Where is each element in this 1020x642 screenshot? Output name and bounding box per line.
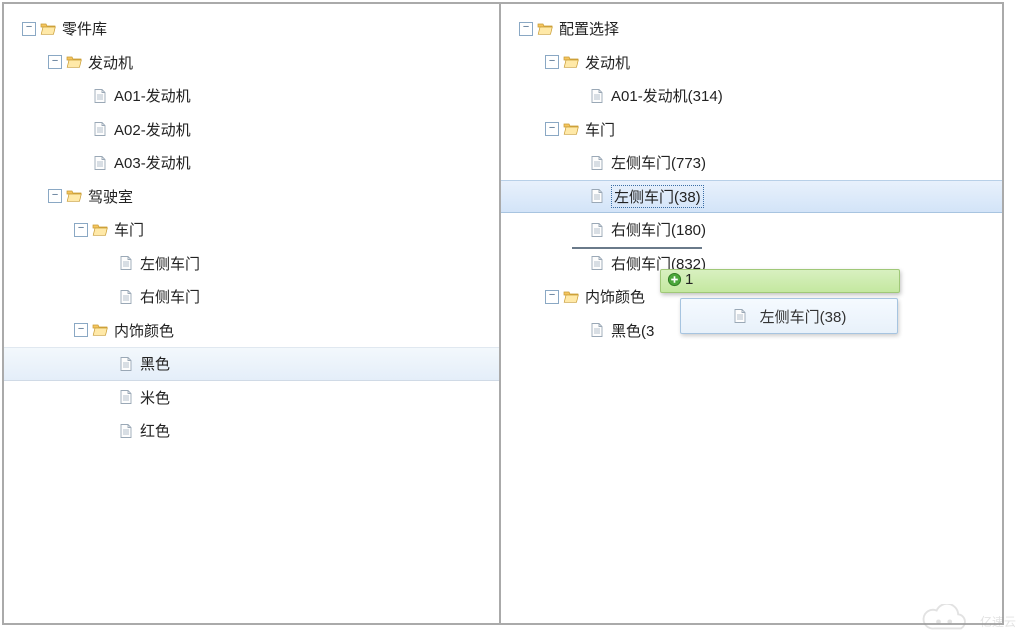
collapse-icon[interactable]: − bbox=[48, 55, 62, 69]
node-label: 车门 bbox=[114, 219, 144, 240]
file-icon bbox=[92, 88, 108, 104]
collapse-icon[interactable]: − bbox=[545, 55, 559, 69]
node-label: 驾驶室 bbox=[88, 186, 133, 207]
tree-node-folder[interactable]: − 发动机 bbox=[4, 46, 499, 80]
cloud-icon bbox=[916, 604, 976, 634]
drag-ghost-item[interactable]: 左侧车门(38) bbox=[680, 298, 898, 334]
node-label: 米色 bbox=[140, 387, 170, 408]
folder-open-icon bbox=[537, 21, 553, 37]
file-icon bbox=[589, 322, 605, 338]
node-label: 右侧车门(180) bbox=[611, 219, 706, 240]
tree-node-folder[interactable]: − 内饰颜色 bbox=[4, 314, 499, 348]
tree-node-leaf[interactable]: A03-发动机 bbox=[4, 146, 499, 180]
folder-open-icon bbox=[66, 188, 82, 204]
tree-node-leaf-selected[interactable]: 左侧车门(38) bbox=[501, 180, 1002, 214]
folder-open-icon bbox=[563, 54, 579, 70]
file-icon bbox=[118, 255, 134, 271]
folder-open-icon bbox=[66, 54, 82, 70]
node-label: 左侧车门 bbox=[140, 253, 200, 274]
tree-node-leaf[interactable]: 左侧车门(773) bbox=[501, 146, 1002, 180]
drag-count-tooltip: 1 bbox=[660, 269, 900, 293]
node-label: A02-发动机 bbox=[114, 119, 191, 140]
tree-node-root[interactable]: − 零件库 bbox=[4, 12, 499, 46]
left-tree: − 零件库 − 发动机 A01-发动机 A02-发动机 A03-发动机 − 驾驶室 −… bbox=[4, 4, 499, 448]
node-label: 黑色 bbox=[140, 353, 170, 374]
node-label: 配置选择 bbox=[559, 18, 619, 39]
file-icon bbox=[589, 88, 605, 104]
tree-node-leaf-selected[interactable]: 黑色 bbox=[4, 347, 499, 381]
tree-node-leaf[interactable]: 米色 bbox=[4, 381, 499, 415]
collapse-icon[interactable]: − bbox=[22, 22, 36, 36]
watermark: 亿速云 bbox=[916, 604, 1016, 638]
node-label: 发动机 bbox=[88, 52, 133, 73]
file-icon bbox=[589, 155, 605, 171]
node-label: A03-发动机 bbox=[114, 152, 191, 173]
tree-node-leaf[interactable]: 红色 bbox=[4, 414, 499, 448]
right-tree: − 配置选择 − 发动机 A01-发动机(314) − 车门 左侧车门(773) 左侧… bbox=[501, 4, 1002, 347]
node-label: 黑色(3 bbox=[611, 320, 654, 341]
node-label: A01-发动机(314) bbox=[611, 85, 723, 106]
drop-allowed-icon bbox=[667, 272, 682, 287]
tree-node-folder[interactable]: − 驾驶室 bbox=[4, 180, 499, 214]
tree-node-leaf[interactable]: A02-发动机 bbox=[4, 113, 499, 147]
file-icon bbox=[92, 155, 108, 171]
node-label: 内饰颜色 bbox=[585, 286, 645, 307]
node-label: 零件库 bbox=[62, 18, 107, 39]
node-label: 左侧车门(773) bbox=[611, 152, 706, 173]
collapse-icon[interactable]: − bbox=[48, 189, 62, 203]
node-label: 红色 bbox=[140, 420, 170, 441]
watermark-text: 亿速云 bbox=[980, 615, 1016, 629]
file-icon bbox=[92, 121, 108, 137]
node-label: A01-发动机 bbox=[114, 85, 191, 106]
collapse-icon[interactable]: − bbox=[74, 223, 88, 237]
parts-library-panel: − 零件库 − 发动机 A01-发动机 A02-发动机 A03-发动机 − 驾驶室 −… bbox=[3, 3, 500, 624]
node-label: 车门 bbox=[585, 119, 615, 140]
tree-node-leaf[interactable]: A01-发动机 bbox=[4, 79, 499, 113]
node-label: 左侧车门(38) bbox=[611, 185, 704, 208]
file-icon bbox=[118, 289, 134, 305]
collapse-icon[interactable]: − bbox=[74, 323, 88, 337]
node-label: 内饰颜色 bbox=[114, 320, 174, 341]
tree-node-leaf[interactable]: 右侧车门(180) bbox=[501, 213, 1002, 247]
folder-open-icon bbox=[563, 289, 579, 305]
collapse-icon[interactable]: − bbox=[545, 290, 559, 304]
tree-node-leaf[interactable]: 左侧车门 bbox=[4, 247, 499, 281]
file-icon bbox=[118, 356, 134, 372]
folder-open-icon bbox=[92, 322, 108, 338]
file-icon bbox=[589, 222, 605, 238]
folder-open-icon bbox=[563, 121, 579, 137]
node-label: 右侧车门 bbox=[140, 286, 200, 307]
file-icon bbox=[118, 423, 134, 439]
tree-node-folder[interactable]: − 车门 bbox=[4, 213, 499, 247]
collapse-icon[interactable]: − bbox=[519, 22, 533, 36]
tree-node-folder[interactable]: − 发动机 bbox=[501, 46, 1002, 80]
file-icon bbox=[589, 255, 605, 271]
file-icon bbox=[118, 389, 134, 405]
collapse-icon[interactable]: − bbox=[545, 122, 559, 136]
file-icon bbox=[589, 188, 605, 204]
tree-node-leaf[interactable]: A01-发动机(314) bbox=[501, 79, 1002, 113]
tree-node-leaf[interactable]: 右侧车门 bbox=[4, 280, 499, 314]
node-label: 发动机 bbox=[585, 52, 630, 73]
drag-count: 1 bbox=[685, 271, 693, 288]
drop-indicator-line bbox=[572, 247, 702, 249]
tree-node-folder[interactable]: − 车门 bbox=[501, 113, 1002, 147]
tree-node-root[interactable]: − 配置选择 bbox=[501, 12, 1002, 46]
folder-open-icon bbox=[92, 222, 108, 238]
drag-item-label: 左侧车门(38) bbox=[760, 306, 847, 327]
folder-open-icon bbox=[40, 21, 56, 37]
file-icon bbox=[732, 308, 748, 324]
